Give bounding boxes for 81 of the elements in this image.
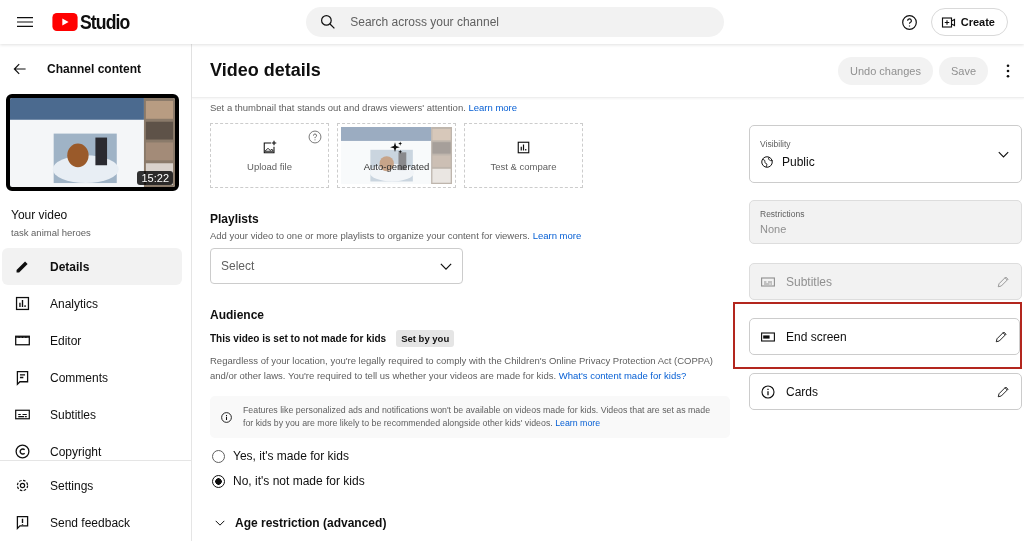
nav-item[interactable]: Subtitles [2, 396, 182, 433]
nav-label: Analytics [50, 296, 99, 311]
feature-row[interactable]: End screen [749, 318, 1020, 355]
option-label: Auto-generated [363, 160, 430, 172]
pencil-icon[interactable] [994, 329, 1009, 344]
restrictions-value: None [760, 223, 788, 235]
thumbnail-description: Set a thumbnail that stands out and draws viewers' attention. Learn more [210, 102, 519, 113]
chevron-down-icon [440, 262, 452, 270]
nav-item[interactable]: Editor [2, 322, 182, 359]
nav-item[interactable]: Settings [2, 467, 182, 504]
globe-icon [760, 155, 774, 169]
back-arrow-icon[interactable] [12, 61, 28, 77]
page-title: Video details [210, 60, 321, 81]
field-label: Restrictions [760, 209, 806, 219]
playlist-dropdown[interactable]: Select [210, 248, 463, 284]
section-heading: Playlists [210, 212, 260, 226]
feature-row[interactable]: Cards [749, 373, 1022, 410]
video-heading: Your video [11, 208, 69, 222]
pencil-icon[interactable] [996, 384, 1011, 399]
chevron-down-icon [998, 150, 1009, 158]
nav-item[interactable]: Analytics [2, 285, 182, 322]
back-label[interactable]: Channel content [47, 62, 141, 76]
nav-item[interactable]: Send feedback [2, 504, 182, 541]
chevron-down-icon[interactable] [215, 520, 225, 526]
logo-text: Studio [80, 10, 130, 34]
nav-label: Send feedback [50, 515, 131, 530]
info-icon [220, 410, 233, 424]
video-name: task animal heroes [11, 227, 92, 238]
video-plus-icon [940, 14, 956, 30]
nav-label: Comments [50, 370, 108, 385]
kids-content-link[interactable]: What's content made for kids? [558, 370, 687, 381]
section-heading: Audience [210, 308, 265, 322]
feature-label: Cards [786, 384, 818, 399]
radio-label[interactable]: Yes, it's made for kids [233, 449, 349, 463]
option-label: Test & compare [490, 160, 557, 172]
bar-chart-icon [14, 295, 31, 312]
learn-more-link[interactable]: Learn more [468, 102, 518, 113]
field-label: Visibility [760, 139, 792, 149]
audience-status: This video is set to not made for kids [210, 333, 387, 344]
sparkle-icon [389, 139, 404, 155]
thumbnail-option[interactable]: Test & compare [464, 123, 583, 188]
duration-badge: 15:22 [137, 171, 173, 185]
notice-text: Features like personalized ads and notifications won't be available on videos made for kids. Videos that are set as made for kids by you are more likely to be recommended alongside other kids' videos. Learn more [243, 404, 712, 430]
video-preview[interactable]: 15:22 [6, 94, 179, 191]
menu-icon[interactable] [17, 16, 33, 28]
create-button[interactable]: Create [930, 8, 1008, 36]
more-options-icon[interactable] [1006, 63, 1010, 78]
help-icon[interactable] [900, 13, 918, 31]
radio-button[interactable] [212, 474, 225, 488]
thumbnail-option[interactable]: Auto-generated [337, 123, 456, 188]
option-label: Upload file [247, 160, 292, 172]
thumbnail-option[interactable]: Upload file [210, 123, 329, 188]
search-field[interactable]: Search across your channel [306, 7, 725, 37]
bar-chart-icon [516, 139, 531, 155]
nav-label: Editor [50, 333, 82, 348]
settings-icon [14, 477, 31, 494]
learn-more-link[interactable]: Learn more [532, 230, 582, 241]
nav-item[interactable]: Copyright [2, 433, 182, 460]
audience-description: Regardless of your location, you're legally required to comply with the Children's Online Privacy Protection Act (COPPA) and/or other laws. You're required to tell us whether your videos are made for kids. What's content made for kids? [210, 354, 714, 383]
nav-label: Settings [50, 478, 94, 493]
visibility-dropdown[interactable]: Visibility Public [749, 125, 1022, 183]
nav-label: Copyright [50, 444, 102, 459]
nav-label: Details [50, 259, 90, 274]
radio-label[interactable]: No, it's not made for kids [233, 474, 365, 488]
add-image-icon [262, 139, 277, 155]
play-logo-icon [52, 13, 78, 31]
playlists-description: Add your video to one or more playlists to organize your content for viewers. Learn more [210, 230, 583, 241]
comment-icon [14, 369, 31, 386]
feature-label: Subtitles [786, 274, 833, 289]
feedback-icon [14, 514, 31, 531]
learn-more-link[interactable]: Learn more [555, 418, 601, 428]
nav-item[interactable]: Comments [2, 359, 182, 396]
age-restriction-toggle[interactable]: Age restriction (advanced) [235, 516, 387, 530]
visibility-value: Public [782, 155, 815, 169]
set-by-you-badge: Set by you [396, 330, 455, 347]
nav-item[interactable]: Details [2, 248, 182, 285]
nav-label: Subtitles [50, 407, 97, 422]
search-icon [320, 14, 337, 30]
info-icon [760, 383, 776, 400]
feature-label: End screen [786, 329, 847, 344]
copyright-icon [14, 443, 31, 460]
